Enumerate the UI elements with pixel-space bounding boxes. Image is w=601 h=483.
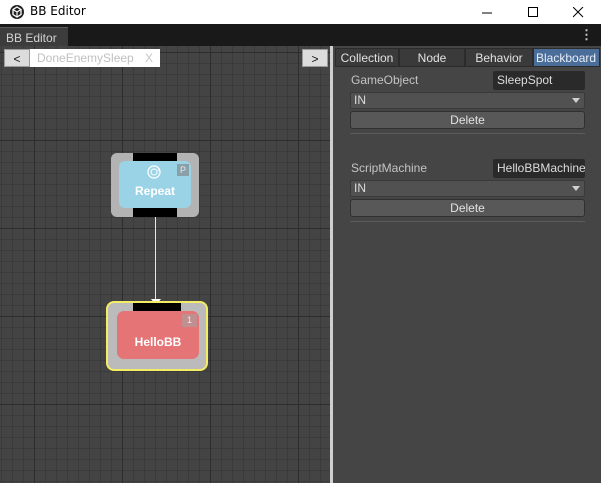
hellobb-node-label: HelloBB <box>134 335 182 349</box>
output-port[interactable] <box>133 208 177 217</box>
next-tree-button[interactable]: > <box>302 49 328 67</box>
tree-name-field[interactable]: DoneEnemySleep <box>30 49 160 67</box>
close-icon <box>572 6 583 17</box>
more-options-icon[interactable]: ⋮ <box>580 27 593 43</box>
tab-collection[interactable]: Collection <box>335 48 399 67</box>
repeat-node[interactable]: P Repeat <box>111 153 199 217</box>
chevron-down-icon <box>572 186 580 191</box>
tab-node[interactable]: Node <box>399 48 465 67</box>
delete-button[interactable]: Delete <box>350 111 585 129</box>
repeat-node-label: Repeat <box>134 184 175 198</box>
refresh-icon <box>147 165 161 179</box>
tab-behavior[interactable]: Behavior <box>465 48 533 67</box>
previous-tree-button[interactable]: < <box>4 49 30 67</box>
variable-type-label: GameObject <box>351 73 419 87</box>
direction-dropdown[interactable]: IN <box>350 92 585 109</box>
hellobb-node-body[interactable]: 1 HelloBB <box>117 311 199 359</box>
minimize-button[interactable] <box>464 0 510 24</box>
hellobb-node[interactable]: 1 HelloBB <box>106 301 208 371</box>
variable-type-label: ScriptMachine <box>351 161 428 175</box>
node-index-badge: 1 <box>182 314 197 327</box>
editor-tab-strip: BB Editor ⋮ <box>0 24 601 46</box>
maximize-button[interactable] <box>510 0 556 24</box>
tab-blackboard[interactable]: Blackboard <box>533 48 600 67</box>
unity-logo-icon <box>10 5 24 19</box>
input-port[interactable] <box>133 303 181 311</box>
close-tree-button[interactable]: X <box>145 49 153 67</box>
window-title: BB Editor <box>30 4 86 18</box>
variable-value-field[interactable]: SleepSpot <box>493 71 585 90</box>
inspector-panel: Collection Node Behavior Blackboard Game… <box>333 46 601 483</box>
direction-dropdown-value: IN <box>354 93 366 107</box>
direction-dropdown-value: IN <box>354 181 366 195</box>
variable-value-field[interactable]: HelloBBMachine <box>493 159 585 178</box>
tab-bb-editor[interactable]: BB Editor <box>0 27 68 46</box>
delete-button[interactable]: Delete <box>350 199 585 217</box>
divider <box>350 133 585 134</box>
minimize-icon <box>481 12 492 13</box>
close-window-button[interactable] <box>555 0 601 24</box>
divider <box>350 221 585 222</box>
input-port[interactable] <box>133 153 177 161</box>
node-connector-line <box>155 216 156 304</box>
behavior-graph-canvas[interactable]: < DoneEnemySleep X > P Repeat 1 HelloBB <box>0 46 332 483</box>
node-index-badge: P <box>177 164 189 176</box>
direction-dropdown[interactable]: IN <box>350 180 585 197</box>
title-bar: BB Editor <box>0 0 601 24</box>
chevron-down-icon <box>572 98 580 103</box>
repeat-node-body[interactable]: P Repeat <box>119 161 191 208</box>
maximize-icon <box>527 6 538 17</box>
